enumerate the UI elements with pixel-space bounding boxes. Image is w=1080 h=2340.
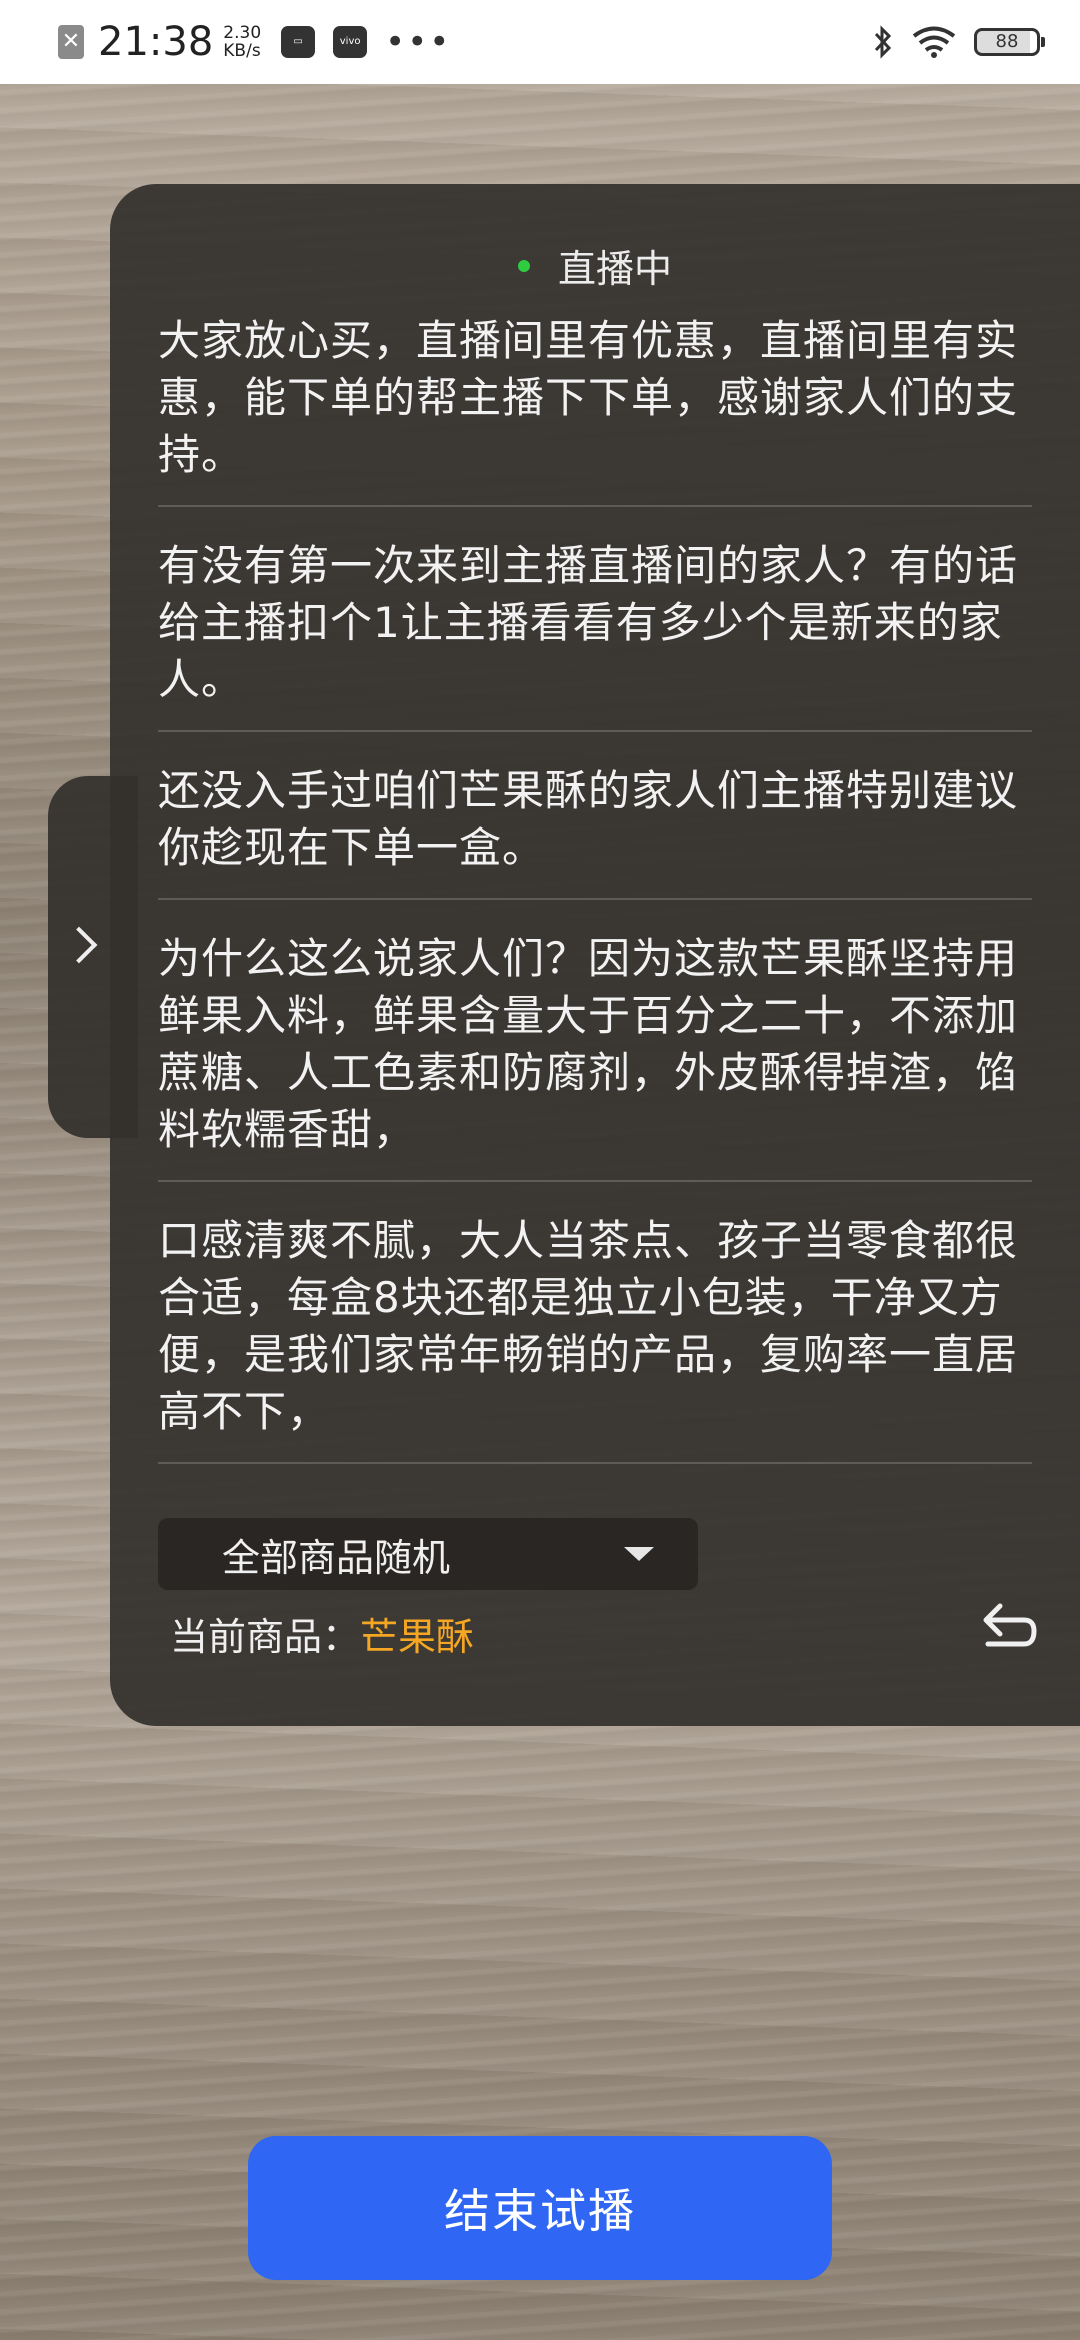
card-icon: ▭ xyxy=(281,26,316,58)
status-bar-left: ✕ 21:38 2.30 KB/s ▭ vivo ••• xyxy=(58,19,451,65)
script-item[interactable]: 还没入手过咱们芒果酥的家人们主播特别建议你趁现在下单一盒。 xyxy=(158,762,1032,900)
clock: 21:38 xyxy=(98,19,214,65)
product-mode-dropdown[interactable]: 全部商品随机 xyxy=(158,1518,698,1590)
script-item[interactable]: 有没有第一次来到主播直播间的家人？有的话给主播扣个1让主播看看有多少个是新来的家… xyxy=(158,537,1032,732)
more-dots-icon: ••• xyxy=(385,22,452,62)
sim-disabled-icon: ✕ xyxy=(58,25,84,59)
current-product-value: 芒果酥 xyxy=(360,1615,475,1659)
bluetooth-icon xyxy=(874,25,892,59)
wifi-icon xyxy=(912,26,956,58)
live-status-label: 直播中 xyxy=(557,247,672,291)
return-icon[interactable] xyxy=(974,1598,1040,1660)
status-bar-right: 88 xyxy=(872,25,1045,59)
current-product: 当前商品： 芒果酥 xyxy=(170,1606,474,1661)
battery-icon: 88 xyxy=(974,28,1045,56)
live-script-panel: 直播中 大家放心买，直播间里有优惠，直播间里有实惠，能下单的帮主播下下单，感谢家… xyxy=(110,184,1080,1726)
live-indicator-dot xyxy=(517,259,530,272)
script-list[interactable]: 大家放心买，直播间里有优惠，直播间里有实惠，能下单的帮主播下下单，感谢家人们的支… xyxy=(158,312,1032,1494)
status-bar: ✕ 21:38 2.30 KB/s ▭ vivo ••• 88 xyxy=(0,0,1080,84)
script-item[interactable]: 为什么这么说家人们？因为这款芒果酥坚持用鲜果入料，鲜果含量大于百分之二十，不添加… xyxy=(158,930,1032,1182)
chevron-down-icon xyxy=(624,1547,654,1561)
script-item[interactable]: 大家放心买，直播间里有优惠，直播间里有实惠，能下单的帮主播下下单，感谢家人们的支… xyxy=(158,312,1032,507)
live-status: 直播中 xyxy=(110,238,1080,293)
current-product-label: 当前商品： xyxy=(170,1615,361,1659)
network-speed-unit: KB/s xyxy=(223,41,261,61)
product-mode-label: 全部商品随机 xyxy=(222,1535,451,1580)
vivo-icon: vivo xyxy=(333,26,368,58)
script-item[interactable]: 口感清爽不腻，大人当茶点、孩子当零食都很合适，每盒8块还都是独立小包装，干净又方… xyxy=(158,1212,1032,1464)
end-trial-button[interactable]: 结束试播 xyxy=(248,2136,832,2280)
network-speed: 2.30 KB/s xyxy=(223,24,261,60)
network-speed-value: 2.30 xyxy=(223,23,262,43)
battery-level: 88 xyxy=(995,31,1019,52)
